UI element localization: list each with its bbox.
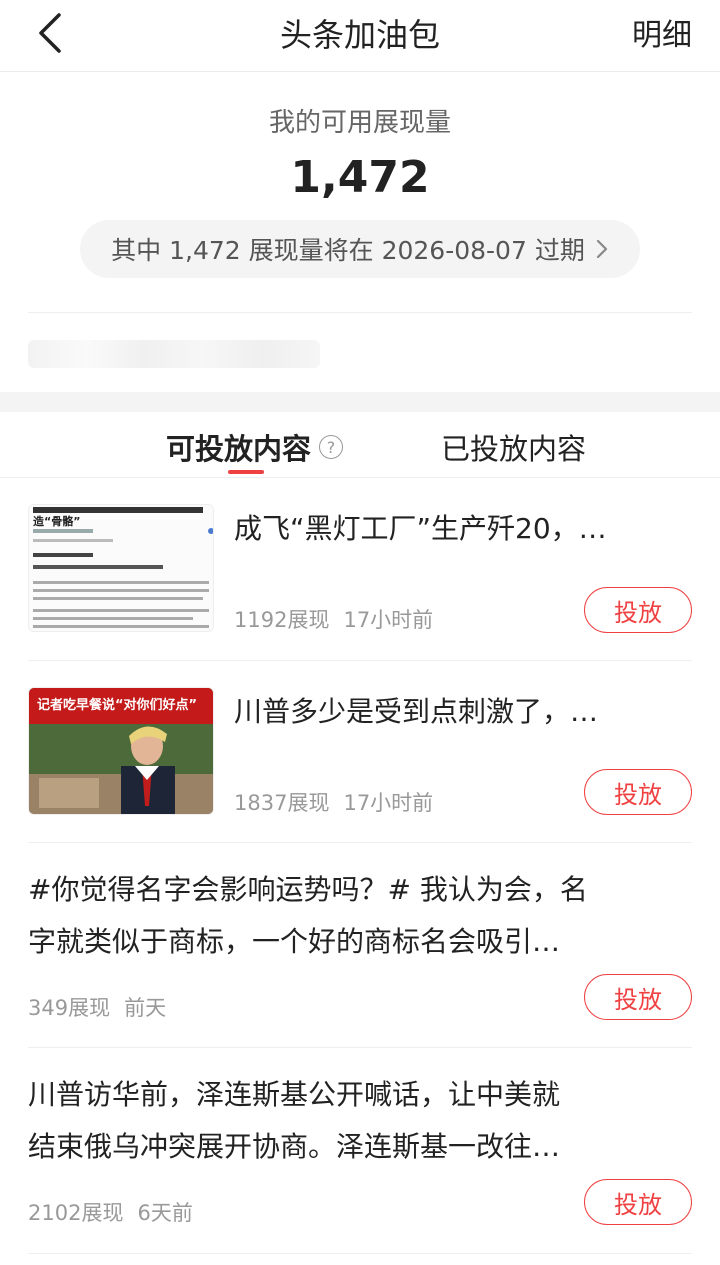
impression-count: 1837展现 [234,791,330,815]
place-button[interactable]: 投放 [584,974,692,1020]
post-title-line-1: 川普访华前，泽连斯基公开喊话，让中美就 [28,1078,561,1111]
page-title: 头条加油包 [279,16,440,54]
article-title: 成飞“黑灯工厂”生产歼20，… [234,512,607,545]
post-meta: 349展现 前天 [28,992,166,1022]
article-meta: 1192展现 17小时前 [234,604,433,634]
available-impressions-value: 1,472 [290,152,430,203]
available-impressions-label: 我的可用展现量 [268,108,451,138]
impressions-summary: 我的可用展现量 1,472 其中 1,472 展现量将在 2026-08-07 … [0,72,720,392]
place-button[interactable]: 投放 [584,1179,692,1225]
blurred-placeholder [28,340,320,368]
active-tab-indicator [228,470,264,474]
chevron-right-icon [595,238,609,260]
detail-link[interactable]: 明细 [632,10,692,54]
section-separator [0,392,720,412]
list-item[interactable]: 造“骨骼” 成飞“黑灯工厂”生产歼20，… 1192展现 17小时前 投放 [28,478,692,661]
help-icon[interactable]: ? [319,435,344,459]
expiry-notice-pill[interactable]: 其中 1,472 展现量将在 2026-08-07 过期 [80,220,640,278]
tab-available-content[interactable]: 可投放内容 ? [166,426,344,468]
post-title-line-2: 结束俄乌冲突展开协商。泽连斯基一改往… [28,1130,561,1163]
impression-count: 349展现 [28,996,111,1020]
thumbnail-caption: 记者吃早餐说“对你们好点” [37,698,198,713]
list-item[interactable]: 记者吃早餐说“对你们好点” 川普多少是受到点刺激了，… 1837展现 17小时前 … [28,661,692,843]
article-thumbnail: 造“骨骼” [28,504,214,632]
post-meta: 2102展现 6天前 [28,1197,193,1227]
publish-time: 6天前 [137,1201,193,1225]
publish-time: 17小时前 [343,791,434,815]
video-thumbnail: 记者吃早餐说“对你们好点” [28,687,214,815]
place-button[interactable]: 投放 [584,587,692,633]
expiry-notice-text: 其中 1,472 展现量将在 2026-08-07 过期 [111,236,585,265]
post-title-line-1: #你觉得名字会影响运势吗？# 我认为会，名 [28,873,588,906]
publish-time: 前天 [124,996,167,1020]
impression-count: 2102展现 [28,1201,124,1225]
tab-available-label: 可投放内容 [166,432,312,466]
post-title-line-2: 字就类似于商标，一个好的商标名会吸引… [28,925,561,958]
summary-divider [28,312,692,313]
content-tabs: 可投放内容 ? 已投放内容 [0,412,720,478]
article-meta: 1837展现 17小时前 [234,787,433,817]
impression-count: 1192展现 [234,608,330,632]
thumbnail-caption: 造“骨骼” [33,515,81,528]
article-title: 川普多少是受到点刺激了，… [234,695,599,728]
list-item[interactable]: #你觉得名字会影响运势吗？# 我认为会，名 字就类似于商标，一个好的商标名会吸引… [28,843,692,1048]
top-bar: 头条加油包 明细 [0,0,720,72]
list-item[interactable]: 川普访华前，泽连斯基公开喊话，让中美就 结束俄乌冲突展开协商。泽连斯基一改往… … [28,1048,692,1254]
tab-placed-content[interactable]: 已投放内容 [441,426,586,468]
place-button[interactable]: 投放 [584,769,692,815]
publish-time: 17小时前 [343,608,434,632]
